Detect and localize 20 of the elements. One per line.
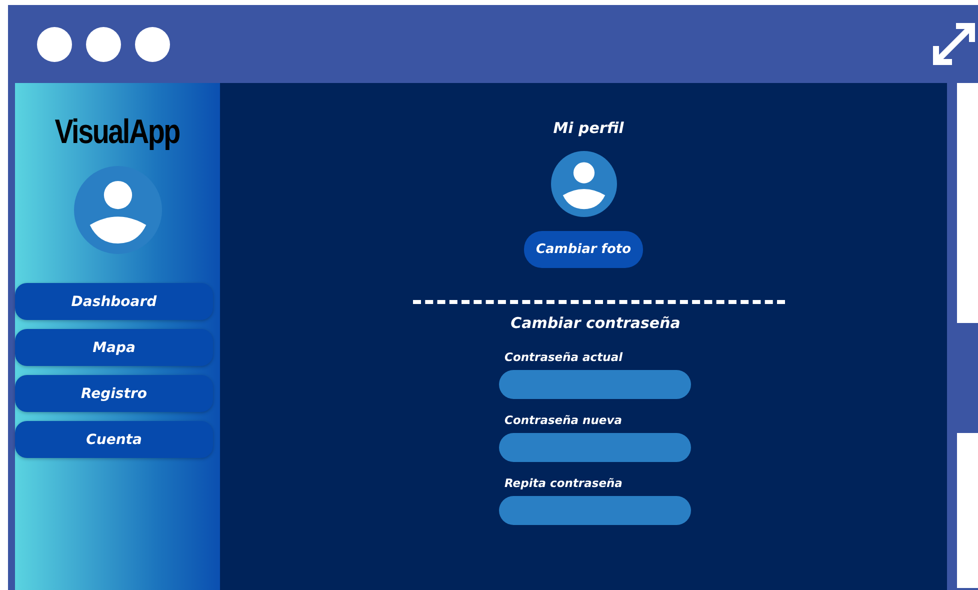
change-photo-button[interactable]: Cambiar foto — [524, 231, 644, 268]
window-control-icon[interactable] — [37, 26, 72, 62]
app-logo: VisualApp — [55, 113, 180, 152]
password-field[interactable] — [498, 370, 690, 399]
nav-item[interactable]: Cuenta — [15, 421, 213, 458]
nav-item[interactable]: Dashboard — [15, 283, 213, 320]
expand-icon[interactable] — [932, 22, 976, 66]
password-field[interactable] — [498, 496, 690, 525]
nav-item[interactable]: Mapa — [15, 329, 213, 366]
field-label: Contraseña actual — [504, 350, 624, 364]
window-control-icon[interactable] — [135, 26, 170, 62]
avatar-icon — [74, 166, 162, 254]
nav-item[interactable]: Registro — [15, 375, 213, 412]
field-label: Contraseña nueva — [504, 413, 623, 427]
password-field[interactable] — [498, 433, 690, 462]
avatar-icon — [550, 151, 618, 217]
section-title: Cambiar contraseña — [510, 314, 680, 332]
field-label: Repita contraseña — [504, 476, 624, 490]
window-control-icon[interactable] — [86, 26, 121, 62]
section-title: Mi perfil — [553, 119, 624, 137]
